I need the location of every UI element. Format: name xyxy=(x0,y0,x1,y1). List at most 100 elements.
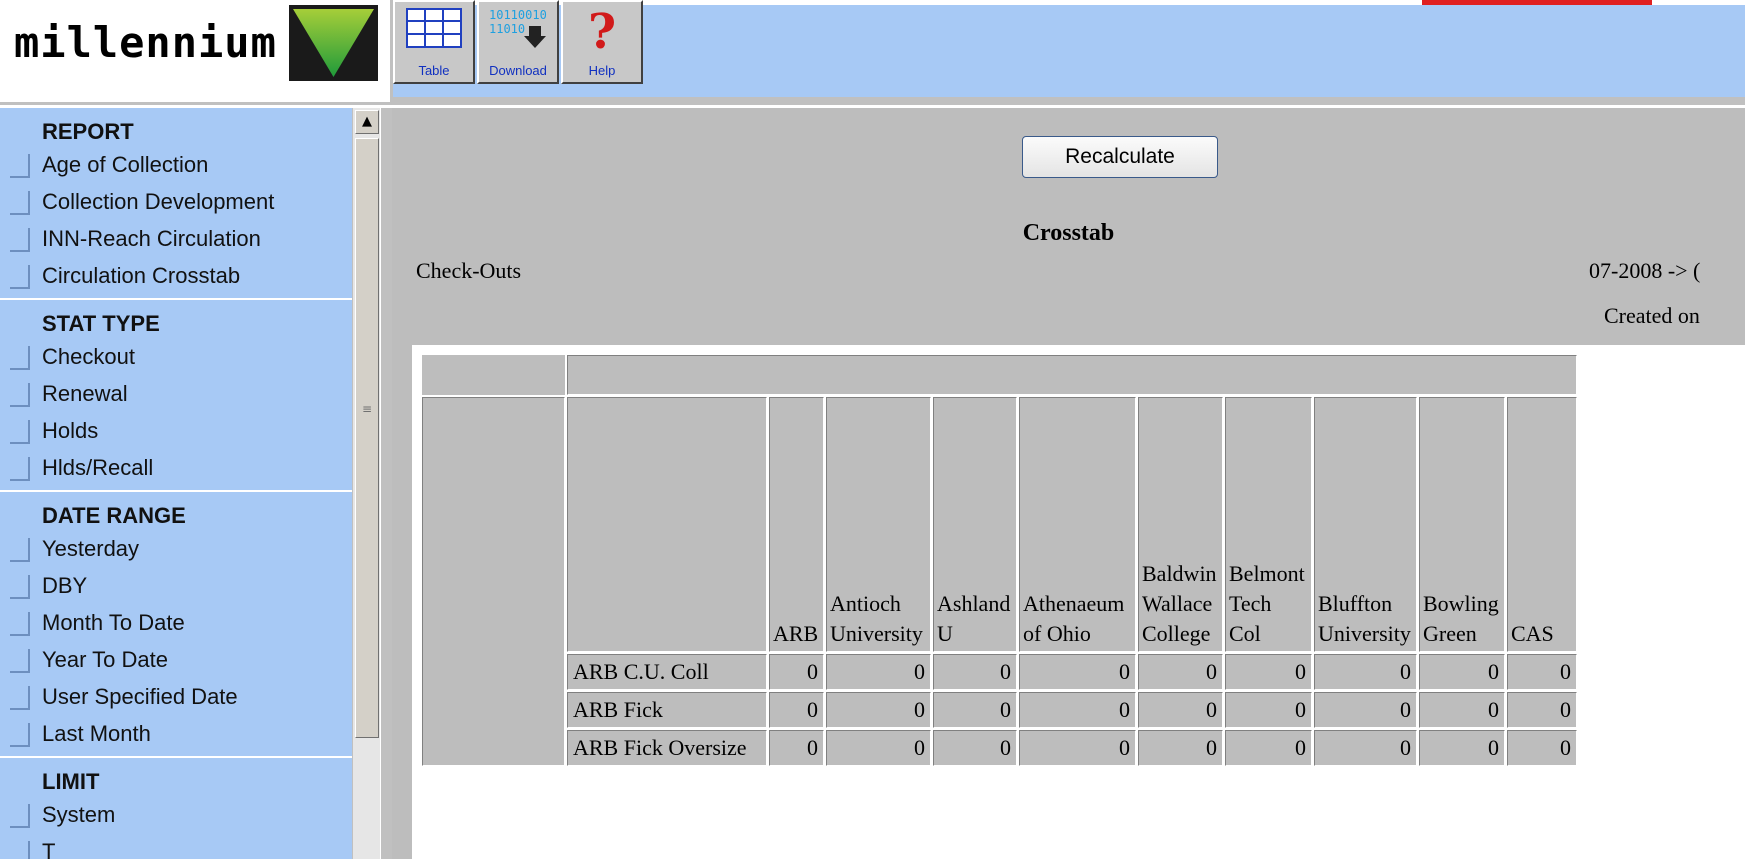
download-button[interactable]: 10110010 11010 Download xyxy=(477,0,559,84)
checkbox-icon xyxy=(10,420,30,444)
toolbar-separator xyxy=(393,97,1745,105)
checkbox-icon xyxy=(10,612,30,636)
svg-text:?: ? xyxy=(588,6,616,56)
sidebar-item-collection-development[interactable]: Collection Development xyxy=(0,183,352,220)
sidebar-item-label: Month To Date xyxy=(42,610,185,635)
table-cell: 0 xyxy=(1314,692,1417,728)
sidebar-item-month-to-date[interactable]: Month To Date xyxy=(0,604,352,641)
table-cell: 0 xyxy=(1138,654,1223,690)
checkbox-icon xyxy=(10,538,30,562)
sidebar-item-label: INN-Reach Circulation xyxy=(42,226,261,251)
table-cell: 0 xyxy=(1138,692,1223,728)
table-cell: 0 xyxy=(933,654,1017,690)
table-cell: 0 xyxy=(1225,730,1312,766)
sidebar-item-label: User Specified Date xyxy=(42,684,238,709)
table-cell: 0 xyxy=(826,692,931,728)
sidebar: REPORT Age of Collection Collection Deve… xyxy=(0,108,352,859)
sidebar-section-date-range: DATE RANGE Yesterday DBY Month To Date Y… xyxy=(0,492,352,758)
table-cell: 0 xyxy=(1225,654,1312,690)
row-label: ARB Fick Oversize xyxy=(567,730,767,766)
corner-cell xyxy=(422,355,565,395)
created-on-label: Created on xyxy=(1604,303,1700,328)
column-header: Athenaeum of Ohio xyxy=(1019,397,1136,652)
checkbox-icon xyxy=(10,686,30,710)
table-cell: 0 xyxy=(769,730,824,766)
table-button[interactable]: Table xyxy=(393,0,475,84)
sidebar-item-user-specified-date[interactable]: User Specified Date xyxy=(0,678,352,715)
row-label: ARB Fick xyxy=(567,692,767,728)
table-cell: 0 xyxy=(933,730,1017,766)
sidebar-item-yesterday[interactable]: Yesterday xyxy=(0,530,352,567)
checkbox-icon xyxy=(10,723,30,747)
sidebar-section-stat-type: STAT TYPE Checkout Renewal Holds Hlds/Re… xyxy=(0,300,352,492)
table-top-row xyxy=(422,355,1577,395)
scrollbar-thumb[interactable]: ≡ xyxy=(355,138,379,738)
checkbox-icon xyxy=(10,841,30,859)
table-row: ARB Fick Oversize 0 0 0 0 0 0 0 0 0 xyxy=(422,730,1577,766)
crosstab-table: ARB Antioch University Ashland U Athenae… xyxy=(420,353,1579,768)
table-cell: 0 xyxy=(1019,730,1136,766)
column-header: ARB xyxy=(769,397,824,652)
sidebar-heading: STAT TYPE xyxy=(42,311,160,336)
frame-divider[interactable] xyxy=(380,108,392,859)
recalculate-button[interactable]: Recalculate xyxy=(1022,136,1218,178)
sidebar-item-year-to-date[interactable]: Year To Date xyxy=(0,641,352,678)
checkbox-icon xyxy=(10,191,30,215)
checkbox-icon xyxy=(10,346,30,370)
svg-text:11010: 11010 xyxy=(489,22,525,36)
sidebar-item-holds[interactable]: Holds xyxy=(0,412,352,449)
corner-left-cell xyxy=(422,397,565,766)
table-cell: 0 xyxy=(1507,730,1577,766)
checkbox-icon xyxy=(10,154,30,178)
header-band-cell xyxy=(567,355,1577,395)
help-button[interactable]: ? Help xyxy=(561,0,643,84)
sidebar-item-renewal[interactable]: Renewal xyxy=(0,375,352,412)
sidebar-heading: DATE RANGE xyxy=(42,503,186,528)
sidebar-item-label: Circulation Crosstab xyxy=(42,263,241,288)
row-header-blank-cell xyxy=(567,397,767,652)
table-cell: 0 xyxy=(1314,654,1417,690)
column-header: Antioch University xyxy=(826,397,931,652)
sidebar-item-dby[interactable]: DBY xyxy=(0,567,352,604)
table-cell: 0 xyxy=(769,654,824,690)
sidebar-item-partial[interactable]: T xyxy=(0,833,352,859)
download-button-label: Download xyxy=(489,63,547,78)
checkbox-icon xyxy=(10,228,30,252)
sidebar-item-circulation-crosstab[interactable]: Circulation Crosstab xyxy=(0,257,352,294)
scroll-up-arrow-icon[interactable]: ▲ xyxy=(355,110,379,134)
table-cell: 0 xyxy=(1507,692,1577,728)
table-cell: 0 xyxy=(1019,692,1136,728)
table-cell: 0 xyxy=(1419,730,1505,766)
sidebar-section-report: REPORT Age of Collection Collection Deve… xyxy=(0,108,352,300)
sidebar-item-hlds-recall[interactable]: Hlds/Recall xyxy=(0,449,352,486)
date-range-label: 07-2008 -> ( xyxy=(1589,258,1701,283)
checkbox-icon xyxy=(10,457,30,481)
table-cell: 0 xyxy=(933,692,1017,728)
sidebar-item-age-of-collection[interactable]: Age of Collection xyxy=(0,146,352,183)
checkbox-icon xyxy=(10,265,30,289)
sidebar-scrollbar[interactable]: ▲ ≡ xyxy=(352,108,380,859)
logo-triangle-icon xyxy=(289,5,378,81)
svg-text:10110010: 10110010 xyxy=(489,8,547,22)
sidebar-item-system[interactable]: System xyxy=(0,796,352,833)
table-cell: 0 xyxy=(1138,730,1223,766)
sidebar-item-label: DBY xyxy=(42,573,88,598)
column-header: Bluffton University xyxy=(1314,397,1417,652)
table-cell: 0 xyxy=(826,730,931,766)
sidebar-item-checkout[interactable]: Checkout xyxy=(0,338,352,375)
column-header: CAS xyxy=(1507,397,1577,652)
row-label: ARB C.U. Coll xyxy=(567,654,767,690)
sidebar-item-label: Yesterday xyxy=(42,536,140,561)
sidebar-item-inn-reach-circulation[interactable]: INN-Reach Circulation xyxy=(0,220,352,257)
sidebar-item-label: Renewal xyxy=(42,381,128,406)
stat-type-label: Check-Outs xyxy=(416,258,522,283)
logo-area: millennium xyxy=(0,0,393,105)
table-row: ARB C.U. Coll 0 0 0 0 0 0 0 0 0 xyxy=(422,654,1577,690)
sidebar-item-label: Last Month xyxy=(42,721,151,746)
table-cell: 0 xyxy=(769,692,824,728)
sidebar-item-label: Hlds/Recall xyxy=(42,455,154,480)
crosstab-table-frame: ARB Antioch University Ashland U Athenae… xyxy=(412,345,1745,859)
sidebar-item-last-month[interactable]: Last Month xyxy=(0,715,352,752)
table-button-label: Table xyxy=(418,63,450,78)
sidebar-heading: REPORT xyxy=(42,119,134,144)
